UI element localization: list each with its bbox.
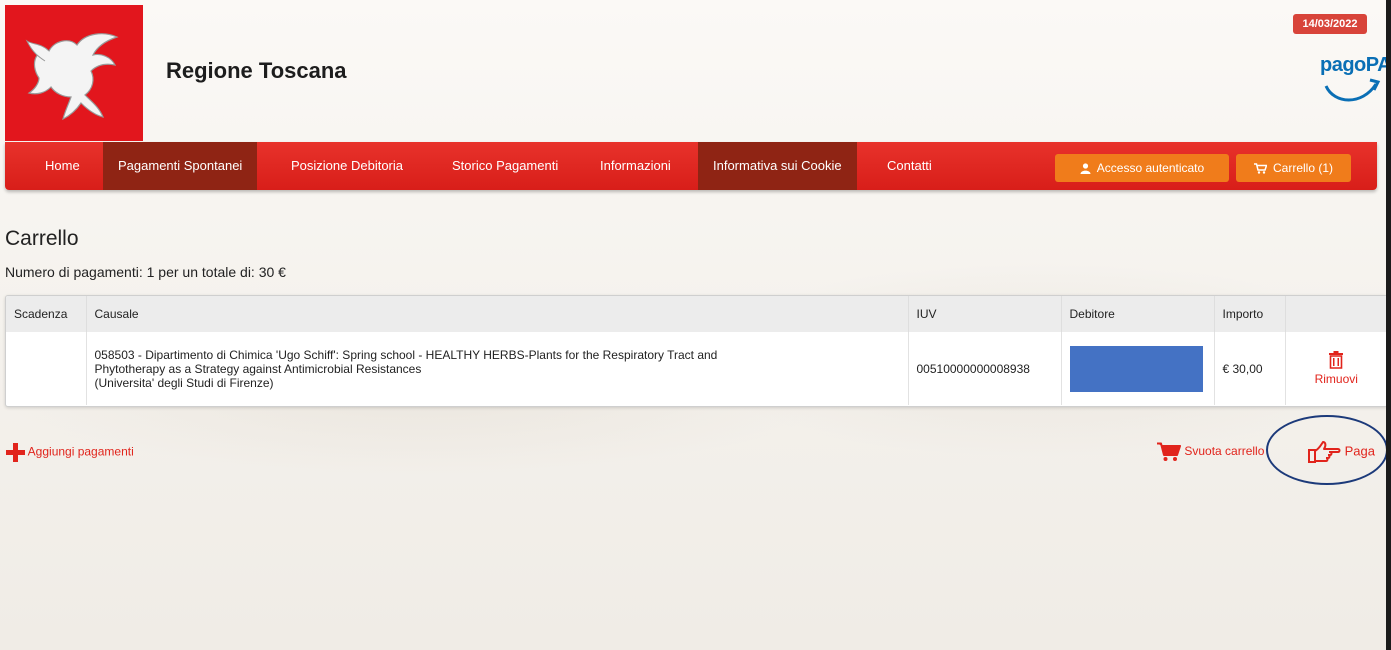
cart-button[interactable]: Carrello (1) — [1236, 154, 1351, 182]
main-navbar: Home Pagamenti Spontanei Posizione Debit… — [5, 142, 1377, 190]
cell-scadenza — [6, 332, 87, 405]
window-edge — [1386, 0, 1391, 650]
nav-posizione-debitoria[interactable]: Posizione Debitoria — [276, 142, 418, 190]
cart-table: Scadenza Causale IUV Debitore Importo 05… — [5, 295, 1388, 407]
cart-icon — [1157, 442, 1181, 461]
remove-button[interactable]: Rimuovi — [1285, 332, 1387, 405]
causale-line: 058503 - Dipartimento di Chimica 'Ugo Sc… — [94, 347, 718, 362]
cart-summary: Numero di pagamenti: 1 per un totale di:… — [5, 264, 286, 280]
cell-causale: 058503 - Dipartimento di Chimica 'Ugo Sc… — [86, 332, 909, 405]
empty-cart-link[interactable]: Svuota carrello — [1157, 442, 1264, 462]
cell-debitore — [1061, 332, 1215, 405]
cell-iuv: 00510000000008938 — [908, 332, 1062, 405]
nav-informazioni[interactable]: Informazioni — [585, 142, 686, 190]
region-logo[interactable] — [5, 5, 143, 141]
remove-label: Rimuovi — [1314, 372, 1358, 386]
login-button-label: Accesso autenticato — [1096, 161, 1205, 175]
header-actions — [1285, 296, 1387, 332]
page-title: Carrello — [5, 227, 79, 250]
header-debitore[interactable]: Debitore — [1061, 296, 1215, 332]
cart-button-label: Carrello (1) — [1272, 161, 1333, 175]
cart-icon — [1253, 163, 1268, 174]
brand-title: Regione Toscana — [166, 58, 347, 83]
login-button[interactable]: Accesso autenticato — [1055, 154, 1229, 182]
pegasus-logo-icon — [25, 33, 119, 121]
table-row: 058503 - Dipartimento di Chimica 'Ugo Sc… — [6, 332, 1387, 405]
causale-line: Phytotherapy as a Strategy against Antim… — [94, 361, 422, 376]
nav-home[interactable]: Home — [30, 142, 95, 190]
empty-cart-label: Svuota carrello — [1184, 444, 1265, 459]
user-icon — [1080, 163, 1091, 174]
nav-storico-pagamenti[interactable]: Storico Pagamenti — [437, 142, 573, 190]
causale-line: (Universita' degli Studi di Firenze) — [94, 375, 274, 390]
plus-icon — [6, 443, 25, 462]
pagopa-swoosh-icon — [1324, 78, 1381, 102]
nav-contatti[interactable]: Contatti — [872, 142, 947, 190]
add-payments-label: Aggiungi pagamenti — [27, 444, 134, 459]
table-header-row: Scadenza Causale IUV Debitore Importo — [6, 296, 1387, 332]
add-payments-link[interactable]: Aggiungi pagamenti — [6, 443, 134, 462]
date-badge: 14/03/2022 — [1293, 14, 1367, 34]
cell-importo: € 30,00 — [1214, 332, 1286, 405]
header-iuv[interactable]: IUV — [908, 296, 1062, 332]
nav-pagamenti-spontanei[interactable]: Pagamenti Spontanei — [103, 142, 258, 190]
header-importo[interactable]: Importo — [1214, 296, 1286, 332]
header-scadenza[interactable]: Scadenza — [6, 296, 87, 332]
header-causale[interactable]: Causale — [86, 296, 909, 332]
debitore-redaction — [1069, 345, 1203, 392]
highlight-circle-annotation — [1266, 415, 1388, 485]
nav-informativa-cookie[interactable]: Informativa sui Cookie — [698, 142, 857, 190]
pagopa-logo: pagoPA — [1320, 50, 1391, 108]
trash-icon — [1329, 351, 1344, 369]
